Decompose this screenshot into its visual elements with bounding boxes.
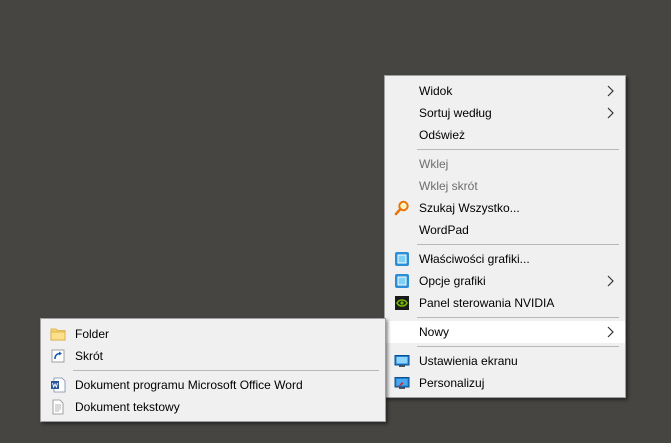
submenu-item-word-document[interactable]: Dokument programu Microsoft Office Word: [41, 374, 385, 396]
menu-item-label: Ustawienia ekranu: [419, 354, 518, 368]
menu-separator: [417, 346, 619, 347]
menu-item-nowy[interactable]: Nowy: [385, 321, 625, 343]
menu-item-ustawienia-ekranu[interactable]: Ustawienia ekranu: [385, 350, 625, 372]
menu-item-label: Dokument programu Microsoft Office Word: [75, 378, 303, 392]
menu-item-widok[interactable]: Widok: [385, 80, 625, 102]
menu-item-label: Opcje grafiki: [419, 274, 486, 288]
menu-item-label: Sortuj według: [419, 106, 492, 120]
folder-icon: [50, 328, 66, 341]
menu-item-personalizuj[interactable]: Personalizuj: [385, 372, 625, 394]
desktop-context-menu: Widok Sortuj według Odśwież Wklej Wklej …: [384, 75, 626, 398]
chevron-right-icon: [607, 275, 614, 287]
menu-item-label: Właściwości grafiki...: [419, 252, 530, 266]
menu-item-wklej-skrot[interactable]: Wklej skrót: [385, 175, 625, 197]
menu-item-label: Nowy: [419, 325, 450, 339]
chevron-right-icon: [607, 326, 614, 338]
menu-separator: [73, 370, 379, 371]
menu-item-szukaj-wszystko[interactable]: Szukaj Wszystko...: [385, 197, 625, 219]
menu-item-nvidia[interactable]: Panel sterowania NVIDIA: [385, 292, 625, 314]
word-document-icon: [51, 377, 66, 393]
submenu-item-skrot[interactable]: Skrót: [41, 345, 385, 367]
menu-item-label: Odśwież: [419, 128, 466, 142]
submenu-item-text-document[interactable]: Dokument tekstowy: [41, 396, 385, 418]
submenu-item-folder[interactable]: Folder: [41, 323, 385, 345]
intel-graphics-icon: [395, 274, 409, 288]
menu-item-label: Folder: [75, 327, 110, 341]
menu-item-label: Panel sterowania NVIDIA: [419, 296, 555, 310]
display-settings-icon: [394, 355, 410, 367]
menu-item-wordpad[interactable]: WordPad: [385, 219, 625, 241]
menu-item-label: Wklej skrót: [419, 179, 478, 193]
shortcut-icon: [51, 349, 65, 363]
menu-item-label: Skrót: [75, 349, 104, 363]
menu-item-label: Widok: [419, 84, 453, 98]
menu-item-wlasciwosci-grafiki[interactable]: Właściwości grafiki...: [385, 248, 625, 270]
menu-item-label: Wklej: [419, 157, 449, 171]
chevron-right-icon: [607, 107, 614, 119]
new-submenu: Folder Skrót Dokument programu Microsoft…: [40, 318, 386, 422]
menu-separator: [417, 149, 619, 150]
menu-item-odswiez[interactable]: Odśwież: [385, 124, 625, 146]
menu-separator: [417, 317, 619, 318]
menu-item-label: WordPad: [419, 223, 469, 237]
menu-item-sortuj[interactable]: Sortuj według: [385, 102, 625, 124]
menu-item-label: Szukaj Wszystko...: [419, 201, 520, 215]
menu-item-opcje-grafiki[interactable]: Opcje grafiki: [385, 270, 625, 292]
menu-item-label: Dokument tekstowy: [75, 400, 180, 414]
nvidia-icon: [395, 296, 409, 310]
text-document-icon: [52, 399, 64, 415]
menu-item-label: Personalizuj: [419, 376, 485, 390]
search-everything-icon: [394, 200, 409, 216]
chevron-right-icon: [607, 85, 614, 97]
personalize-icon: [394, 377, 410, 389]
menu-item-wklej[interactable]: Wklej: [385, 153, 625, 175]
intel-graphics-icon: [395, 252, 409, 266]
menu-separator: [417, 244, 619, 245]
